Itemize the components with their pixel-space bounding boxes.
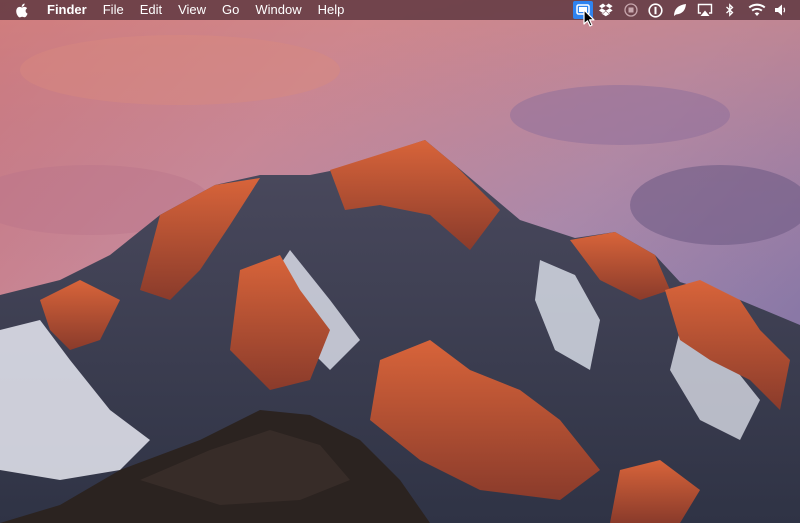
- desktop-wallpaper: [0, 0, 800, 523]
- menu-view[interactable]: View: [170, 0, 214, 20]
- volume-icon[interactable]: [773, 0, 789, 20]
- wifi-icon[interactable]: [746, 0, 768, 20]
- menu-window[interactable]: Window: [247, 0, 309, 20]
- mouse-cursor-icon: [583, 9, 595, 27]
- menu-file[interactable]: File: [95, 0, 132, 20]
- menu-finder[interactable]: Finder: [47, 0, 95, 20]
- dropbox-icon[interactable]: [598, 0, 616, 20]
- menu-help[interactable]: Help: [310, 0, 353, 20]
- leaf-icon[interactable]: [671, 0, 689, 20]
- onepassword-icon[interactable]: [646, 0, 664, 20]
- menu-edit[interactable]: Edit: [132, 0, 170, 20]
- menu-go[interactable]: Go: [214, 0, 247, 20]
- record-icon[interactable]: [622, 0, 640, 20]
- apple-logo-icon[interactable]: [15, 2, 29, 18]
- bluetooth-icon[interactable]: [722, 0, 738, 20]
- airplay-icon[interactable]: [695, 0, 715, 20]
- menu-bar: Finder File Edit View Go Window Help: [0, 0, 800, 20]
